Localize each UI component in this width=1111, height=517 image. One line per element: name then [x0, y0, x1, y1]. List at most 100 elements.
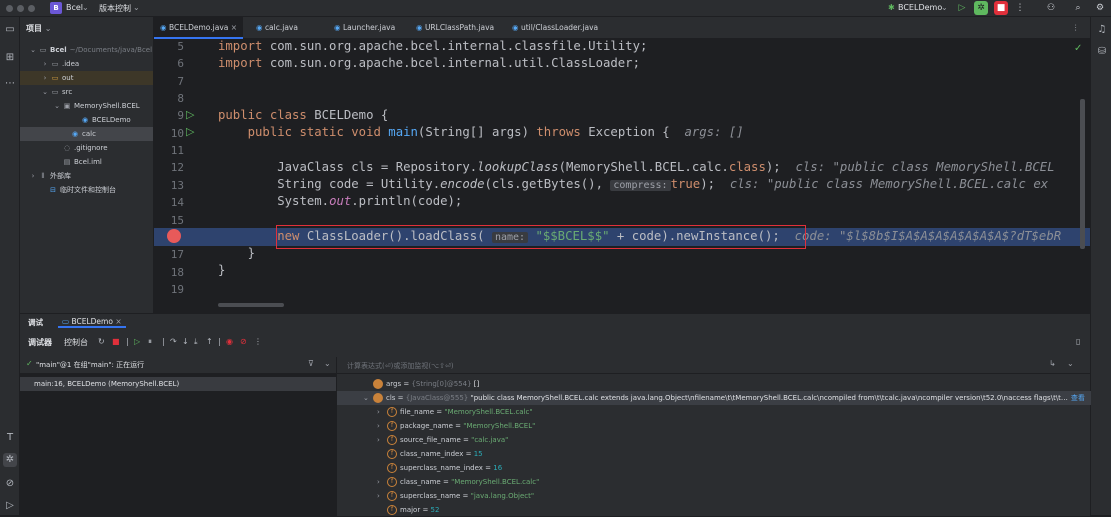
variable-row[interactable]: › f file_name = "MemoryShell.BCEL.calc": [337, 405, 1091, 419]
settings-gear-icon[interactable]: ⚙: [1093, 1, 1107, 15]
variable-value: "MemoryShell.BCEL.calc": [444, 408, 533, 416]
expand-chevron-icon[interactable]: ›: [40, 71, 50, 85]
variable-row[interactable]: f superclass_name_index = 16: [337, 461, 1091, 475]
expand-chevron-icon[interactable]: ⌄: [40, 85, 50, 99]
tree-item[interactable]: ⊟ 临时文件和控制台: [20, 183, 153, 197]
stack-frame[interactable]: main:16, BCELDemo (MemoryShell.BCEL): [20, 377, 336, 391]
todo-tool-icon[interactable]: T: [3, 431, 17, 445]
tree-item[interactable]: ◉ calc: [20, 127, 153, 141]
run-main-gutter-icon[interactable]: ▷: [186, 125, 194, 138]
tab-urlclasspath-java[interactable]: ◉ URLClassPath.java: [410, 17, 500, 39]
zoom-window-icon[interactable]: [28, 5, 35, 12]
debug-tool-icon[interactable]: ✲: [3, 453, 17, 467]
tab-console[interactable]: 控制台: [64, 337, 88, 348]
tree-item-label: 外部库: [50, 172, 71, 180]
add-user-icon[interactable]: ⚇: [1044, 1, 1058, 15]
run-config-selector[interactable]: BCELDemo: [898, 3, 942, 12]
filter-icon[interactable]: ⊽: [308, 359, 314, 368]
project-tool-icon[interactable]: ▭: [3, 23, 17, 37]
terminal-tool-icon[interactable]: ▷: [3, 499, 17, 513]
expand-chevron-icon[interactable]: ›: [40, 57, 50, 71]
thread-selector[interactable]: ✓ "main"@1 在组"main": 正在运行 ⊽ ⌄: [20, 357, 336, 374]
vcs-chevron-icon[interactable]: ⌄: [133, 3, 140, 12]
tree-item[interactable]: ⌄ ▭ src: [20, 85, 153, 99]
project-selector-chevron-icon[interactable]: ⌄: [82, 3, 89, 12]
evaluate-expression-bar[interactable]: 计算表达式(⏎)或添加监视(⌥⇧⏎) ↳ ⌄: [336, 357, 1090, 374]
more-tools-icon[interactable]: ⋯: [3, 77, 17, 91]
tree-item[interactable]: ⌄ ▣ MemoryShell.BCEL: [20, 99, 153, 113]
variable-row[interactable]: › f source_file_name = "calc.java": [337, 433, 1091, 447]
rerun-icon[interactable]: ↻: [98, 337, 105, 346]
tree-item[interactable]: › ⫴ 外部库: [20, 169, 153, 183]
layout-icon[interactable]: ▯: [1076, 337, 1080, 346]
step-out-icon[interactable]: ↑: [206, 337, 213, 346]
close-session-icon[interactable]: ×: [115, 317, 121, 326]
evaluate-expression-input[interactable]: 计算表达式(⏎)或添加监视(⌥⇧⏎): [347, 361, 454, 371]
expand-chevron-icon[interactable]: ⌄: [52, 99, 62, 113]
vertical-scrollbar[interactable]: [1080, 99, 1085, 249]
code-editor[interactable]: 5678910111213141516171819 ▷ ▷ import com…: [154, 39, 1090, 313]
java-class-icon: ◉: [256, 23, 265, 32]
resume-icon[interactable]: ▷: [134, 337, 140, 346]
debug-icon[interactable]: ✲: [974, 1, 988, 15]
expand-chevron-icon[interactable]: ›: [377, 475, 387, 489]
database-icon[interactable]: ⛁: [1095, 45, 1109, 59]
tree-item[interactable]: ▤ Bcel.iml: [20, 155, 153, 169]
stop-debug-icon[interactable]: ■: [112, 337, 120, 346]
step-into-icon[interactable]: ↓: [182, 337, 189, 346]
variable-row[interactable]: › f class_name = "MemoryShell.BCEL.calc": [337, 475, 1091, 489]
tab-options-icon[interactable]: ⋮: [1066, 17, 1086, 39]
add-watch-icon[interactable]: ↳: [1049, 359, 1056, 368]
expand-chevron-icon[interactable]: ⌄: [363, 391, 373, 405]
tree-item[interactable]: ◉ BCELDemo: [20, 113, 153, 127]
structure-tool-icon[interactable]: ⊞: [3, 51, 17, 65]
thread-chevron-icon[interactable]: ⌄: [324, 359, 331, 368]
tab-classloader-java[interactable]: ◉ util/ClassLoader.java: [506, 17, 604, 39]
tab-launcher-java[interactable]: ◉ Launcher.java: [328, 17, 401, 39]
expand-chevron-icon[interactable]: ›: [377, 489, 387, 503]
tree-item[interactable]: ◌ .gitignore: [20, 141, 153, 155]
variable-row[interactable]: › f package_name = "MemoryShell.BCEL": [337, 419, 1091, 433]
variable-row[interactable]: › f superclass_name = "java.lang.Object": [337, 489, 1091, 503]
close-window-icon[interactable]: [6, 5, 13, 12]
view-value-link[interactable]: 查看: [1071, 394, 1085, 402]
tab-bceldemo-java[interactable]: ◉ BCELDemo.java ×: [154, 17, 244, 39]
run-icon[interactable]: ▷: [955, 1, 969, 15]
notifications-icon[interactable]: ♫: [1095, 23, 1109, 37]
debug-session-tab[interactable]: ▭ BCELDemo ×: [58, 317, 126, 328]
expand-chevron-icon[interactable]: ›: [377, 433, 387, 447]
run-config-chevron-icon[interactable]: ⌄: [941, 3, 948, 12]
more-options-icon[interactable]: ⋮: [254, 337, 262, 346]
inspection-ok-icon[interactable]: ✓: [1074, 43, 1082, 54]
mute-breakpoints-icon[interactable]: ⊘: [240, 337, 247, 346]
watch-chevron-icon[interactable]: ⌄: [1067, 359, 1074, 368]
minimize-window-icon[interactable]: [17, 5, 24, 12]
breakpoint-icon[interactable]: [167, 229, 181, 243]
project-selector[interactable]: Bcel: [66, 3, 83, 12]
vcs-menu[interactable]: 版本控制: [99, 3, 131, 14]
variable-row[interactable]: f class_name_index = 15: [337, 447, 1091, 461]
pause-icon[interactable]: ⏸: [148, 337, 152, 347]
tree-item[interactable]: › ▭ out: [20, 71, 153, 85]
step-over-icon[interactable]: ↷: [170, 337, 177, 346]
more-actions-icon[interactable]: ⋮: [1013, 1, 1027, 15]
tree-item-label: Bcel.iml: [74, 158, 102, 166]
horizontal-scrollbar[interactable]: [218, 303, 284, 307]
problems-tool-icon[interactable]: ⊘: [3, 477, 17, 491]
stop-icon[interactable]: ■: [994, 1, 1008, 15]
expand-chevron-icon[interactable]: ›: [28, 169, 38, 183]
tab-calc-java[interactable]: ◉ calc.java: [250, 17, 304, 39]
expand-chevron-icon[interactable]: ›: [377, 405, 387, 419]
close-tab-icon[interactable]: ×: [231, 23, 237, 32]
variable-row[interactable]: args = {String[0]@554} []: [337, 377, 1091, 391]
search-icon[interactable]: ⌕: [1071, 1, 1085, 15]
expand-chevron-icon[interactable]: ›: [377, 419, 387, 433]
tree-item[interactable]: ⌄ ▭ Bcel ~/Documents/java/Bcel: [20, 43, 153, 57]
variable-row[interactable]: ⌄ cls = {JavaClass@555} "public class Mem…: [337, 391, 1091, 405]
view-breakpoints-icon[interactable]: ◉: [226, 337, 233, 346]
expand-chevron-icon[interactable]: ⌄: [28, 43, 38, 57]
tree-item[interactable]: › ▭ .idea: [20, 57, 153, 71]
force-step-into-icon[interactable]: ⤓: [194, 337, 198, 347]
tab-debugger[interactable]: 调试器: [28, 337, 52, 348]
run-class-gutter-icon[interactable]: ▷: [186, 108, 194, 121]
